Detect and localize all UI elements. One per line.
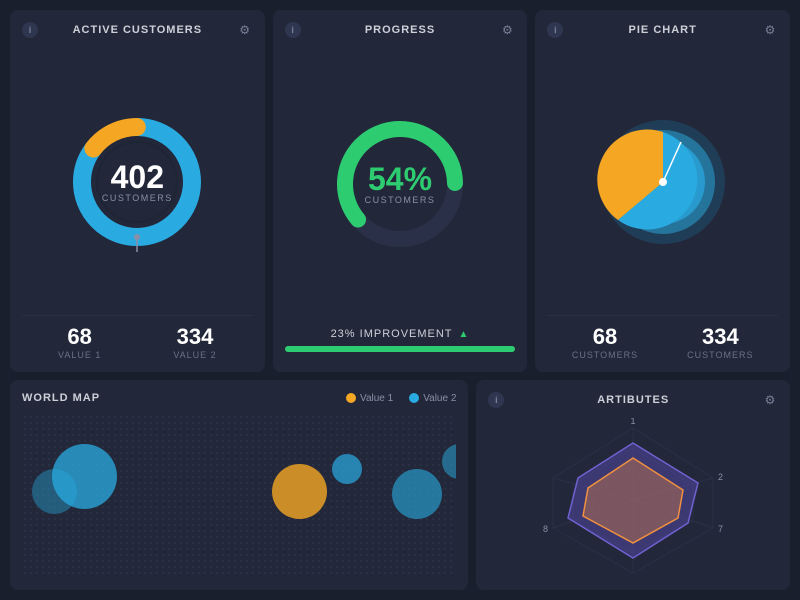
active-customers-value: 402: [102, 161, 173, 193]
pie-header: i PIE CHART ⚙: [547, 22, 778, 38]
radar-chart: 1 2 7 8: [488, 418, 778, 578]
progress-gear-icon[interactable]: ⚙: [499, 22, 515, 38]
active-customers-stats: 68 VALUE 1 334 VALUE 2: [22, 315, 253, 360]
pie-stat1-label: CUSTOMERS: [572, 350, 638, 360]
pie-stat2-value: 334: [687, 324, 753, 350]
pie-title: PIE CHART: [629, 24, 697, 36]
bubble-3: [272, 464, 327, 519]
active-customers-title: ACTIVE CUSTOMERS: [73, 24, 202, 36]
world-map-legend: Value 1 Value 2: [346, 393, 456, 404]
improvement-section: 23% IMPROVEMENT ▲: [285, 320, 516, 360]
progress-card: i PROGRESS ⚙ 54% CUSTOMERS 23% IMPROVEME…: [273, 10, 528, 372]
improvement-text: 23% IMPROVEMENT ▲: [285, 328, 516, 340]
pie-chart-area: [547, 48, 778, 315]
donut-center: 402 CUSTOMERS: [102, 161, 173, 203]
active-customers-card: i ACTIVE CUSTOMERS ⚙ 402 C: [10, 10, 265, 372]
attributes-title: ARTIBUTES: [597, 394, 669, 406]
active-customers-label: CUSTOMERS: [102, 193, 173, 203]
legend-dot-blue: [409, 393, 419, 403]
progress-donut: 54% CUSTOMERS: [285, 48, 516, 320]
pie-info-icon[interactable]: i: [547, 22, 563, 38]
stat2: 334 VALUE 2: [173, 324, 216, 360]
world-map-header: WORLD MAP Value 1 Value 2: [22, 392, 456, 404]
pie-gear-icon[interactable]: ⚙: [762, 22, 778, 38]
attributes-info-icon[interactable]: i: [488, 392, 504, 408]
progress-label: CUSTOMERS: [365, 195, 436, 205]
attributes-header: i ARTIBUTES ⚙: [488, 392, 778, 408]
stat1-value: 68: [58, 324, 101, 350]
active-customers-header: i ACTIVE CUSTOMERS ⚙: [22, 22, 253, 38]
improvement-bar: [285, 346, 516, 352]
stat2-label: VALUE 2: [173, 350, 216, 360]
gear-icon[interactable]: ⚙: [237, 22, 253, 38]
info-icon[interactable]: i: [22, 22, 38, 38]
pie-stat2-label: CUSTOMERS: [687, 350, 753, 360]
svg-text:2: 2: [718, 472, 723, 482]
progress-info-icon[interactable]: i: [285, 22, 301, 38]
stat2-value: 334: [173, 324, 216, 350]
attributes-card: i ARTIBUTES ⚙: [476, 380, 790, 590]
legend-item-2: Value 2: [409, 393, 456, 404]
legend-item-1: Value 1: [346, 393, 393, 404]
legend-dot-yellow: [346, 393, 356, 403]
attributes-gear-icon[interactable]: ⚙: [762, 392, 778, 408]
stat1-label: VALUE 1: [58, 350, 101, 360]
pie-stat2: 334 CUSTOMERS: [687, 324, 753, 360]
pie-stat1: 68 CUSTOMERS: [572, 324, 638, 360]
pie-chart-card: i PIE CHART ⚙: [535, 10, 790, 372]
svg-text:1: 1: [631, 418, 636, 426]
legend-label-2: Value 2: [423, 393, 456, 404]
bubble-4: [332, 454, 362, 484]
svg-text:7: 7: [718, 524, 723, 534]
legend-label-1: Value 1: [360, 393, 393, 404]
pie-stat1-value: 68: [572, 324, 638, 350]
world-map-card: WORLD MAP Value 1 Value 2: [10, 380, 468, 590]
improvement-arrow-icon: ▲: [459, 329, 470, 340]
bubble-5: [392, 469, 442, 519]
progress-header: i PROGRESS ⚙: [285, 22, 516, 38]
active-customers-donut: 402 CUSTOMERS: [22, 48, 253, 315]
progress-value: 54%: [365, 163, 436, 195]
progress-title: PROGRESS: [365, 24, 435, 36]
world-map-area: [22, 414, 456, 578]
progress-center: 54% CUSTOMERS: [365, 163, 436, 205]
bubble-2: [32, 469, 77, 514]
world-map-title: WORLD MAP: [22, 392, 100, 404]
stat1: 68 VALUE 1: [58, 324, 101, 360]
pie-stats: 68 CUSTOMERS 334 CUSTOMERS: [547, 315, 778, 360]
svg-text:8: 8: [543, 524, 548, 534]
